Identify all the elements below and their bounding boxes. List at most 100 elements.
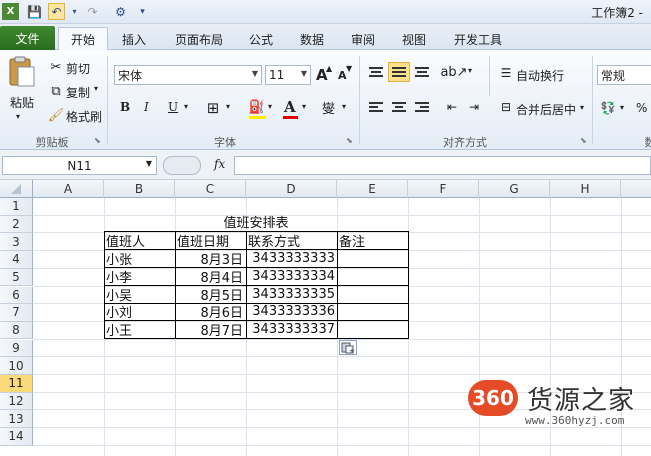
redo-icon[interactable]: ↷ [84,3,101,20]
phonetic-dropdown-icon[interactable]: ▾ [342,102,346,111]
header-cell-notes[interactable]: 备注 [339,232,407,249]
copy-button[interactable]: 复制 [66,84,90,101]
tab-view[interactable]: 视图 [393,28,435,50]
fill-color-icon[interactable]: ⛽ [247,98,267,116]
paste-icon[interactable] [6,56,36,88]
cell-date[interactable]: 8月6日 [177,303,243,320]
customize-icon[interactable]: ⚙ [112,3,129,20]
tab-review[interactable]: 审阅 [342,28,384,50]
accounting-format-icon[interactable]: 💱 [598,99,618,117]
row-header[interactable]: 2 [0,215,33,234]
cell-phone[interactable]: 3433333335 [248,286,335,304]
phonetic-button[interactable]: 燮 [322,98,335,117]
row-header[interactable]: 1 [0,198,33,216]
row-header[interactable]: 4 [0,251,33,269]
quick-access-menu-icon[interactable]: ▾ [134,3,151,20]
column-header[interactable]: G [479,180,550,198]
cell-note[interactable] [339,286,407,304]
cell-name[interactable]: 小李 [106,268,174,285]
row-header[interactable]: 3 [0,233,33,251]
column-header[interactable]: E [337,180,408,198]
copy-icon[interactable]: ⧉ [46,82,66,100]
cell-name[interactable]: 小张 [106,250,174,267]
cell-phone[interactable]: 3433333337 [248,321,335,339]
cut-icon[interactable]: ✂ [46,58,66,76]
column-header[interactable]: D [246,180,337,198]
row-header[interactable]: 7 [0,304,33,322]
cell-name[interactable]: 小王 [106,321,174,338]
font-launcher-icon[interactable]: ⬊ [346,136,353,145]
row-header[interactable]: 9 [0,339,33,358]
cell-name[interactable]: 小刘 [106,303,174,320]
cell-note[interactable] [339,268,407,286]
row-header[interactable]: 8 [0,321,33,340]
cut-button[interactable]: 剪切 [66,60,90,77]
cell-note[interactable] [339,303,407,321]
align-top-icon[interactable] [366,63,386,81]
save-icon[interactable]: 💾 [26,3,43,20]
clipboard-launcher-icon[interactable]: ⬊ [94,136,101,145]
increase-indent-icon[interactable]: ⇥ [464,98,484,116]
bold-button[interactable]: B [120,100,130,114]
select-all-corner[interactable] [0,180,33,198]
tab-home[interactable]: 开始 [58,27,108,50]
wrap-text-button[interactable]: 自动换行 [516,67,564,84]
cell-phone[interactable]: 3433333334 [248,268,335,286]
cell-date[interactable]: 8月7日 [177,321,243,338]
insert-function-icon[interactable]: fx [214,157,225,171]
column-header[interactable]: C [175,180,246,198]
underline-dropdown-icon[interactable]: ▾ [184,102,188,111]
borders-icon[interactable]: ⊞ [203,99,223,117]
undo-dropdown-icon[interactable]: ▾ [66,3,83,20]
row-header[interactable]: 6 [0,286,33,305]
orientation-dropdown-icon[interactable]: ▾ [468,66,472,75]
font-name-combo[interactable]: 宋体 ▼ [114,65,262,85]
font-color-dropdown-icon[interactable]: ▾ [302,102,306,111]
header-cell-duty-person[interactable]: 值班人 [106,232,174,249]
font-color-button[interactable]: A [284,98,296,116]
borders-dropdown-icon[interactable]: ▾ [226,102,230,111]
cell-phone[interactable]: 3433333333 [248,250,335,268]
column-header[interactable]: F [408,180,479,198]
paste-dropdown-icon[interactable]: ▾ [16,112,20,121]
tab-data[interactable]: 数据 [291,28,333,50]
cell-phone[interactable]: 3433333336 [248,303,335,321]
row-header[interactable]: 5 [0,268,33,287]
row-header[interactable]: 11 [0,375,33,393]
cell-note[interactable] [339,250,407,268]
row-header[interactable]: 12 [0,392,33,411]
merge-dropdown-icon[interactable]: ▾ [580,103,584,112]
cell-note[interactable] [339,321,407,339]
paste-button[interactable]: 粘贴 [10,94,34,111]
tab-page-layout[interactable]: 页面布局 [165,28,233,50]
align-left-icon[interactable] [366,98,386,116]
tab-developer[interactable]: 开发工具 [446,28,510,50]
accounting-dropdown-icon[interactable]: ▾ [620,103,624,112]
column-header[interactable]: A [33,180,104,198]
row-header[interactable]: 13 [0,410,33,428]
align-right-icon[interactable] [412,98,432,116]
underline-button[interactable]: U [168,100,178,114]
format-painter-icon[interactable]: 🖌 [46,106,66,124]
tab-file[interactable]: 文件 [0,26,55,50]
column-header[interactable]: B [104,180,175,198]
decrease-indent-icon[interactable]: ⇤ [442,98,462,116]
font-size-combo[interactable]: 11 ▼ [265,65,311,85]
alignment-launcher-icon[interactable]: ⬊ [580,136,587,145]
sheet-title[interactable]: 值班安排表 [175,213,337,230]
tab-insert[interactable]: 插入 [113,28,155,50]
undo-icon[interactable]: ↶ [48,3,65,20]
name-box[interactable]: N11 ▼ [2,156,157,175]
cell-date[interactable]: 8月3日 [177,250,243,267]
header-cell-contact[interactable]: 联系方式 [248,232,336,249]
row-header[interactable]: 10 [0,357,33,375]
align-center-icon[interactable] [389,98,409,116]
wrap-text-icon[interactable]: ☰ [496,64,516,82]
paste-options-icon[interactable]: + [339,340,357,355]
align-middle-icon[interactable] [388,62,410,82]
merge-center-icon[interactable]: ⊟ [496,98,516,116]
format-painter-button[interactable]: 格式刷 [66,108,102,125]
cell-name[interactable]: 小吴 [106,286,174,303]
header-cell-duty-date[interactable]: 值班日期 [177,232,245,249]
row-header[interactable]: 14 [0,428,33,446]
